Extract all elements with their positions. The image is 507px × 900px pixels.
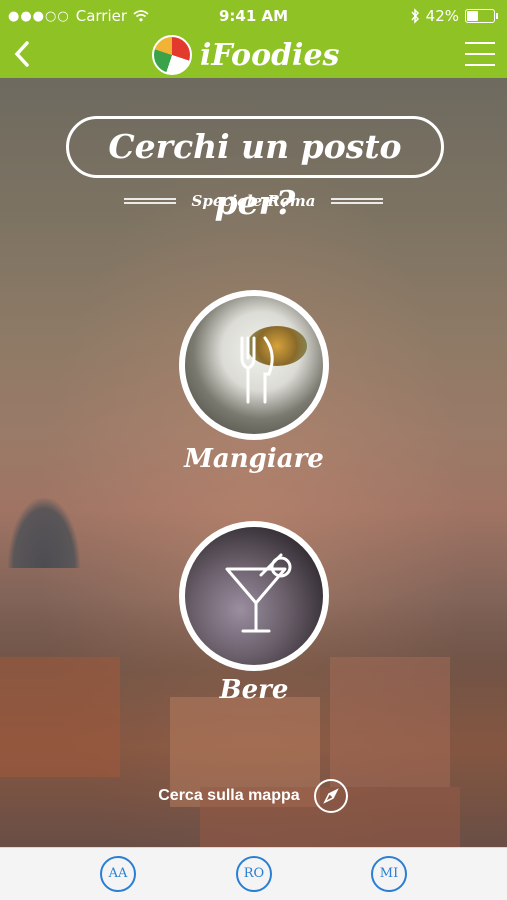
subtitle-text: Speciale Roma bbox=[191, 191, 316, 210]
compass-icon bbox=[313, 779, 348, 813]
map-search-link[interactable]: Cerca sulla mappa bbox=[0, 778, 507, 814]
mangiare-button[interactable]: Mangiare bbox=[179, 290, 329, 474]
subtitle-rule-right bbox=[330, 197, 383, 204]
battery-icon bbox=[465, 9, 498, 23]
battery-percent: 42% bbox=[425, 7, 459, 25]
cocktail-glass-icon bbox=[225, 553, 292, 633]
bottom-tab-bar: AA RO MI bbox=[0, 847, 507, 900]
dome-silhouette bbox=[8, 498, 80, 568]
tab-ro[interactable]: RO bbox=[236, 856, 272, 892]
app-name: iFoodies bbox=[200, 37, 340, 73]
bluetooth-icon bbox=[411, 8, 419, 24]
tab-mi[interactable]: MI bbox=[371, 856, 407, 892]
back-button[interactable] bbox=[6, 36, 38, 72]
logo-compass-icon bbox=[152, 35, 192, 75]
top-bar: ●●●○○ Carrier 9:41 AM 42% iFoodies bbox=[0, 0, 507, 78]
nav-bar: iFoodies bbox=[0, 32, 507, 78]
fork-knife-icon bbox=[240, 336, 274, 404]
tab-aa[interactable]: AA bbox=[100, 856, 136, 892]
bere-label: Bere bbox=[219, 675, 289, 705]
bere-circle[interactable] bbox=[179, 521, 329, 671]
map-search-label: Cerca sulla mappa bbox=[158, 787, 300, 804]
menu-button[interactable] bbox=[465, 42, 495, 66]
subtitle-rule-left bbox=[124, 197, 177, 204]
bere-button[interactable]: Bere bbox=[179, 521, 329, 705]
mangiare-circle[interactable] bbox=[179, 290, 329, 440]
app-logo: iFoodies bbox=[152, 32, 339, 78]
status-bar: ●●●○○ Carrier 9:41 AM 42% bbox=[0, 0, 507, 32]
mangiare-label: Mangiare bbox=[184, 444, 324, 474]
page-title: Cerchi un posto per? bbox=[66, 116, 444, 222]
subtitle: Speciale Roma bbox=[0, 190, 507, 210]
chevron-left-icon bbox=[14, 41, 29, 67]
